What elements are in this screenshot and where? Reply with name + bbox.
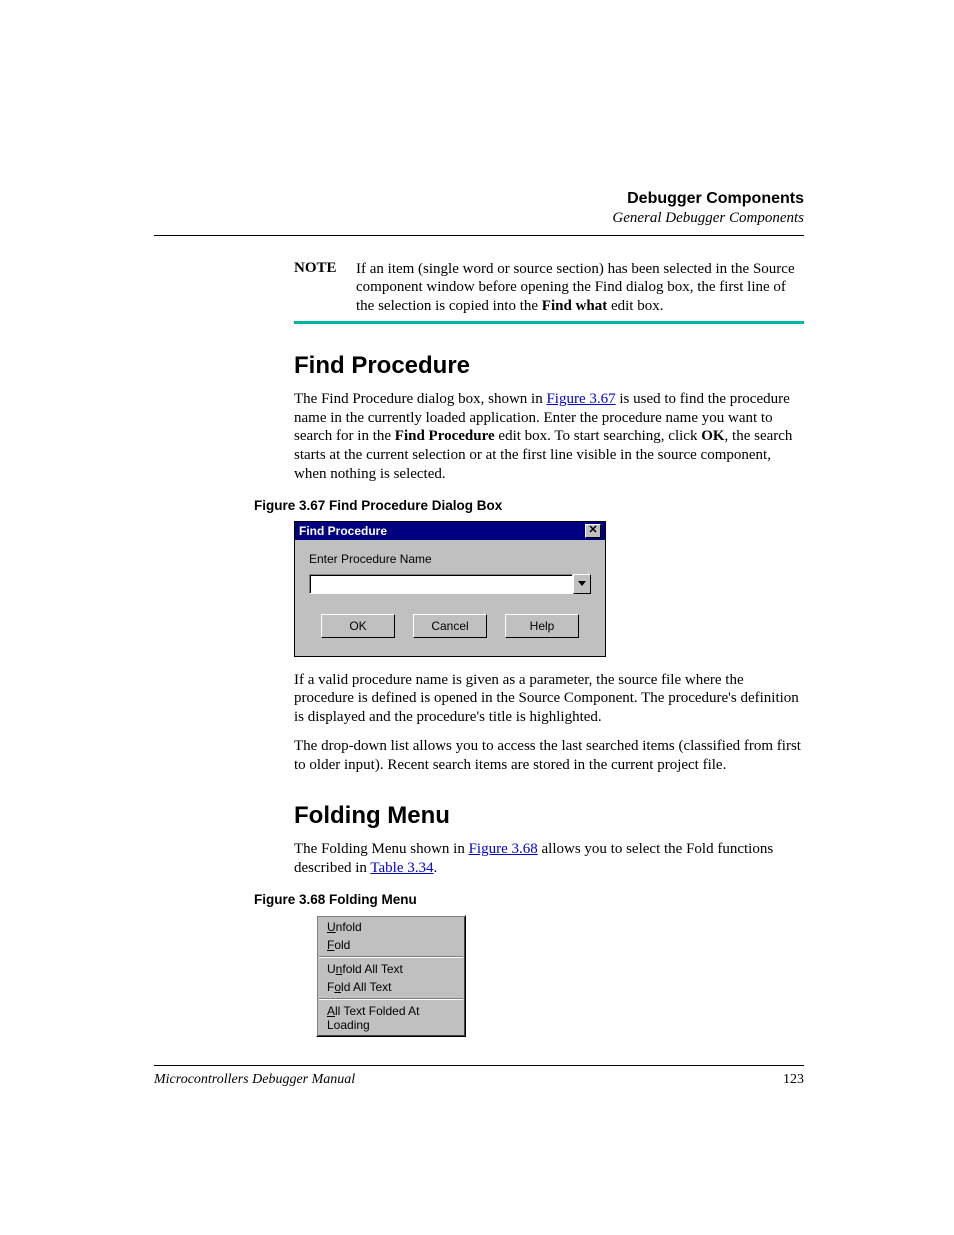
dialog-title-text: Find Procedure: [299, 524, 387, 538]
find-procedure-paragraph-1: The Find Procedure dialog box, shown in …: [294, 390, 804, 484]
menu-item-fold[interactable]: Fold: [317, 936, 465, 954]
menu-separator: [319, 998, 463, 1000]
ok-button[interactable]: OK: [321, 614, 395, 638]
note-text: If an item (single word or source sectio…: [356, 260, 804, 315]
header-title: Debugger Components: [154, 190, 804, 208]
header-rule: [154, 235, 804, 236]
header-subtitle: General Debugger Components: [154, 210, 804, 227]
section-heading-find-procedure: Find Procedure: [294, 352, 804, 380]
menu-item-unfold-all[interactable]: Unfold All Text: [317, 960, 465, 978]
link-figure-3-67[interactable]: Figure 3.67: [546, 391, 615, 407]
footer-title: Microcontrollers Debugger Manual: [154, 1072, 355, 1088]
section-heading-folding-menu: Folding Menu: [294, 802, 804, 830]
close-icon[interactable]: ✕: [585, 524, 601, 538]
figure-caption-3-67: Figure 3.67 Find Procedure Dialog Box: [254, 498, 804, 513]
dropdown-toggle-icon[interactable]: [573, 574, 591, 594]
footer-rule: [154, 1065, 804, 1066]
find-procedure-dialog: Find Procedure ✕ Enter Procedure Name OK…: [294, 521, 606, 657]
menu-item-all-folded-loading[interactable]: All Text Folded At Loading: [317, 1002, 465, 1034]
menu-item-unfold[interactable]: Unfold: [317, 918, 465, 936]
dialog-prompt-label: Enter Procedure Name: [309, 552, 591, 566]
page-number: 123: [783, 1072, 804, 1088]
cancel-button[interactable]: Cancel: [413, 614, 487, 638]
note-rule: [294, 321, 804, 324]
dialog-titlebar: Find Procedure ✕: [295, 522, 605, 540]
menu-item-fold-all[interactable]: Fold All Text: [317, 978, 465, 996]
link-table-3-34[interactable]: Table 3.34: [370, 860, 433, 876]
find-procedure-paragraph-3: The drop-down list allows you to access …: [294, 737, 804, 775]
find-procedure-paragraph-2: If a valid procedure name is given as a …: [294, 671, 804, 727]
note-label: NOTE: [294, 260, 356, 277]
procedure-name-input[interactable]: [309, 574, 573, 594]
figure-caption-3-68: Figure 3.68 Folding Menu: [254, 892, 804, 907]
folding-menu-paragraph: The Folding Menu shown in Figure 3.68 al…: [294, 840, 804, 878]
help-button[interactable]: Help: [505, 614, 579, 638]
menu-separator: [319, 956, 463, 958]
link-figure-3-68[interactable]: Figure 3.68: [469, 841, 538, 857]
folding-context-menu: Unfold Fold Unfold All Text Fold All Tex…: [316, 915, 466, 1037]
